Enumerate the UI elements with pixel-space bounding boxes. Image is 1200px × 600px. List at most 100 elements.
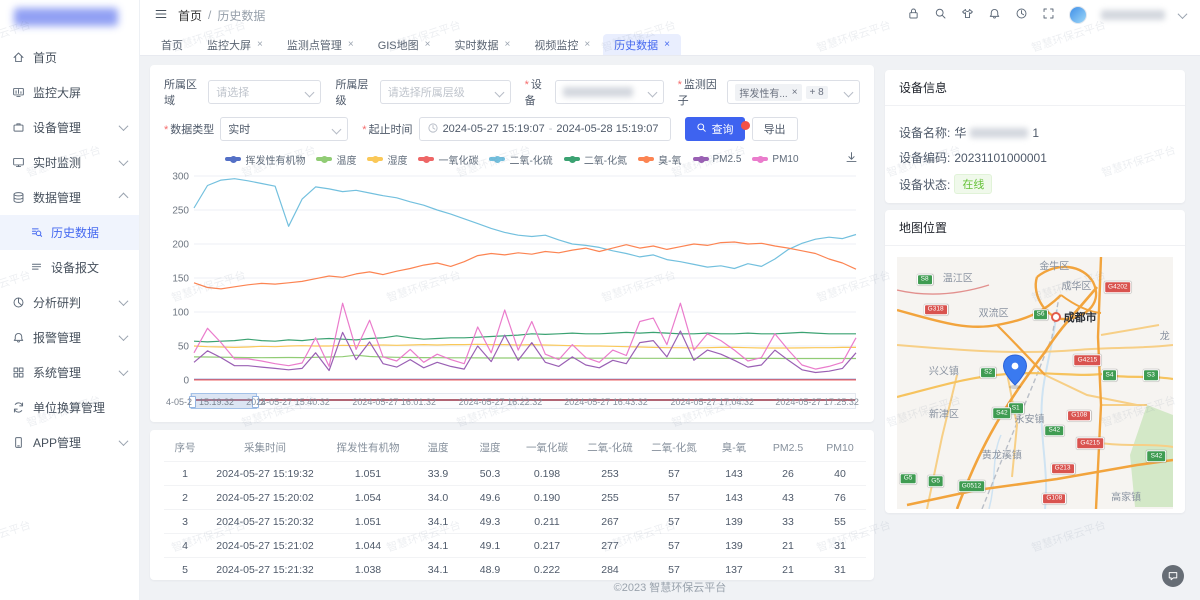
- x-axis-label: 2024-05-27 15:40:32: [246, 397, 330, 407]
- sidebar-item-alarm[interactable]: 报警管理: [0, 320, 139, 355]
- feedback-float-button[interactable]: [1162, 565, 1184, 587]
- monitor-icon: [12, 156, 25, 169]
- table-cell: 284: [578, 558, 642, 581]
- tab-6[interactable]: 视频监控×: [523, 34, 601, 55]
- collapse-menu-icon[interactable]: [154, 7, 168, 24]
- table-cell: 55: [814, 510, 866, 534]
- chart-legend: 挥发性有机物温度湿度 一氧化碳 二氧-化硫二氧-化氮臭-氧 PM2.5 PM10: [164, 150, 860, 168]
- alarm-icon: [12, 331, 25, 344]
- legend-item[interactable]: 挥发性有机物: [225, 152, 305, 167]
- table-cell: 49.1: [464, 534, 516, 558]
- username-redacted: [1101, 10, 1165, 20]
- table-cell: 253: [578, 462, 642, 486]
- sidebar-item-monitor[interactable]: 实时监测: [0, 145, 139, 180]
- lock-button[interactable]: [907, 7, 920, 23]
- map-canvas[interactable]: 温江区金牛区成华区双流区成都市兴义镇新津区永安镇黄龙溪镇高家镇龙S8G4202S…: [897, 257, 1173, 509]
- device-name-suffix: 1: [1032, 126, 1039, 140]
- sidebar-item-database[interactable]: 数据管理: [0, 180, 139, 215]
- sidebar-item-device[interactable]: 设备管理: [0, 110, 139, 145]
- tab-1[interactable]: 首页: [150, 34, 194, 55]
- legend-item[interactable]: PM2.5: [693, 154, 742, 165]
- time-end[interactable]: 2024-05-28 15:19:07: [556, 123, 658, 135]
- close-icon[interactable]: ×: [257, 39, 263, 50]
- sidebar-item-message[interactable]: 设备报文: [0, 250, 139, 285]
- close-icon[interactable]: ×: [348, 39, 354, 50]
- chevron-down-icon: [119, 296, 129, 306]
- tab-7[interactable]: 历史数据×: [603, 34, 681, 55]
- legend-label: 挥发性有机物: [245, 152, 305, 167]
- datazoom-slider[interactable]: 4-05-2 15:19:32 2 2024-05-27 15:40:32202…: [190, 393, 856, 409]
- close-icon[interactable]: ×: [664, 39, 670, 50]
- bell-button[interactable]: [988, 7, 1001, 23]
- region-select[interactable]: 请选择: [208, 80, 321, 104]
- legend-marker: [418, 157, 434, 161]
- tab-2[interactable]: 监控大屏×: [196, 34, 274, 55]
- close-icon[interactable]: ×: [504, 39, 510, 50]
- legend-item[interactable]: 二氧-化氮: [564, 152, 627, 167]
- sidebar-item-home[interactable]: 首页: [0, 40, 139, 75]
- sidebar-item-history[interactable]: 历史数据: [0, 215, 139, 250]
- time-start[interactable]: 2024-05-27 15:19:07: [443, 123, 545, 135]
- sidebar-item-app[interactable]: APP管理: [0, 425, 139, 460]
- breadcrumb-home[interactable]: 首页: [178, 7, 202, 24]
- skin-button[interactable]: [961, 7, 974, 23]
- search-button[interactable]: 查询: [685, 117, 745, 141]
- sidebar-item-label: 实时监测: [33, 154, 81, 171]
- legend-item[interactable]: 臭-氧: [638, 152, 681, 167]
- sidebar-item-label: 分析研判: [33, 294, 81, 311]
- export-button[interactable]: 导出: [752, 117, 798, 141]
- query-chart-card: 所属区域 请选择 所属层级 请选择所属层级 设备 监测因子: [150, 65, 874, 422]
- sidebar-item-label: 报警管理: [33, 329, 81, 346]
- clock-button[interactable]: [1015, 7, 1028, 23]
- home-icon: [12, 51, 25, 64]
- app-icon: [12, 436, 25, 449]
- legend-label: 一氧化碳: [438, 152, 478, 167]
- chevron-up-icon: [119, 193, 129, 203]
- series-PM10: [194, 303, 856, 369]
- factor-select[interactable]: 挥发性有...× + 8: [727, 80, 860, 104]
- legend-item[interactable]: 温度: [316, 152, 356, 167]
- legend-item[interactable]: 一氧化碳: [418, 152, 478, 167]
- close-icon[interactable]: ×: [584, 39, 590, 50]
- legend-item[interactable]: PM10: [752, 154, 798, 165]
- timerange-picker[interactable]: 2024-05-27 15:19:07 - 2024-05-28 15:19:0…: [419, 117, 671, 141]
- chevron-down-icon: [844, 87, 854, 97]
- factor-more-tag[interactable]: + 8: [806, 86, 828, 99]
- device-value-redacted: [563, 87, 633, 97]
- chevron-down-icon: [305, 87, 315, 97]
- fullscreen-button[interactable]: [1042, 7, 1055, 23]
- legend-item[interactable]: 湿度: [367, 152, 407, 167]
- datatype-select[interactable]: 实时: [220, 117, 348, 141]
- table-cell: 1.051: [324, 510, 412, 534]
- sidebar-item-screen[interactable]: 监控大屏: [0, 75, 139, 110]
- download-icon[interactable]: [845, 151, 858, 167]
- user-avatar[interactable]: [1069, 6, 1087, 24]
- database-icon: [12, 191, 25, 204]
- device-label: 设备: [525, 76, 550, 108]
- close-icon[interactable]: ×: [792, 87, 798, 98]
- table-cell: 57: [642, 534, 706, 558]
- chevron-down-icon: [332, 124, 342, 134]
- chevron-down-icon: [119, 156, 129, 166]
- factor-tag[interactable]: 挥发性有...×: [735, 84, 801, 101]
- search-button[interactable]: [934, 7, 947, 23]
- sidebar-item-analysis[interactable]: 分析研判: [0, 285, 139, 320]
- svg-text:250: 250: [172, 206, 189, 217]
- table-cell: 34.1: [412, 510, 464, 534]
- lock-icon: [907, 7, 920, 20]
- close-icon[interactable]: ×: [425, 39, 431, 50]
- history-line-chart[interactable]: 050100150200250300: [164, 168, 860, 390]
- table-cell: 57: [642, 486, 706, 510]
- device-select[interactable]: [555, 80, 663, 104]
- table-row: 12024-05-27 15:19:321.05133.950.30.19825…: [164, 462, 866, 486]
- tab-5[interactable]: 实时数据×: [443, 34, 521, 55]
- sidebar-item-unit[interactable]: 单位换算管理: [0, 390, 139, 425]
- sidebar-item-system[interactable]: 系统管理: [0, 355, 139, 390]
- legend-label: 二氧-化硫: [509, 152, 552, 167]
- datatype-label: 数据类型: [164, 121, 214, 137]
- tab-4[interactable]: GIS地图×: [367, 34, 442, 55]
- tab-3[interactable]: 监测点管理×: [276, 34, 365, 55]
- chevron-down-icon[interactable]: [1178, 9, 1188, 19]
- legend-item[interactable]: 二氧-化硫: [489, 152, 552, 167]
- level-select[interactable]: 请选择所属层级: [380, 80, 511, 104]
